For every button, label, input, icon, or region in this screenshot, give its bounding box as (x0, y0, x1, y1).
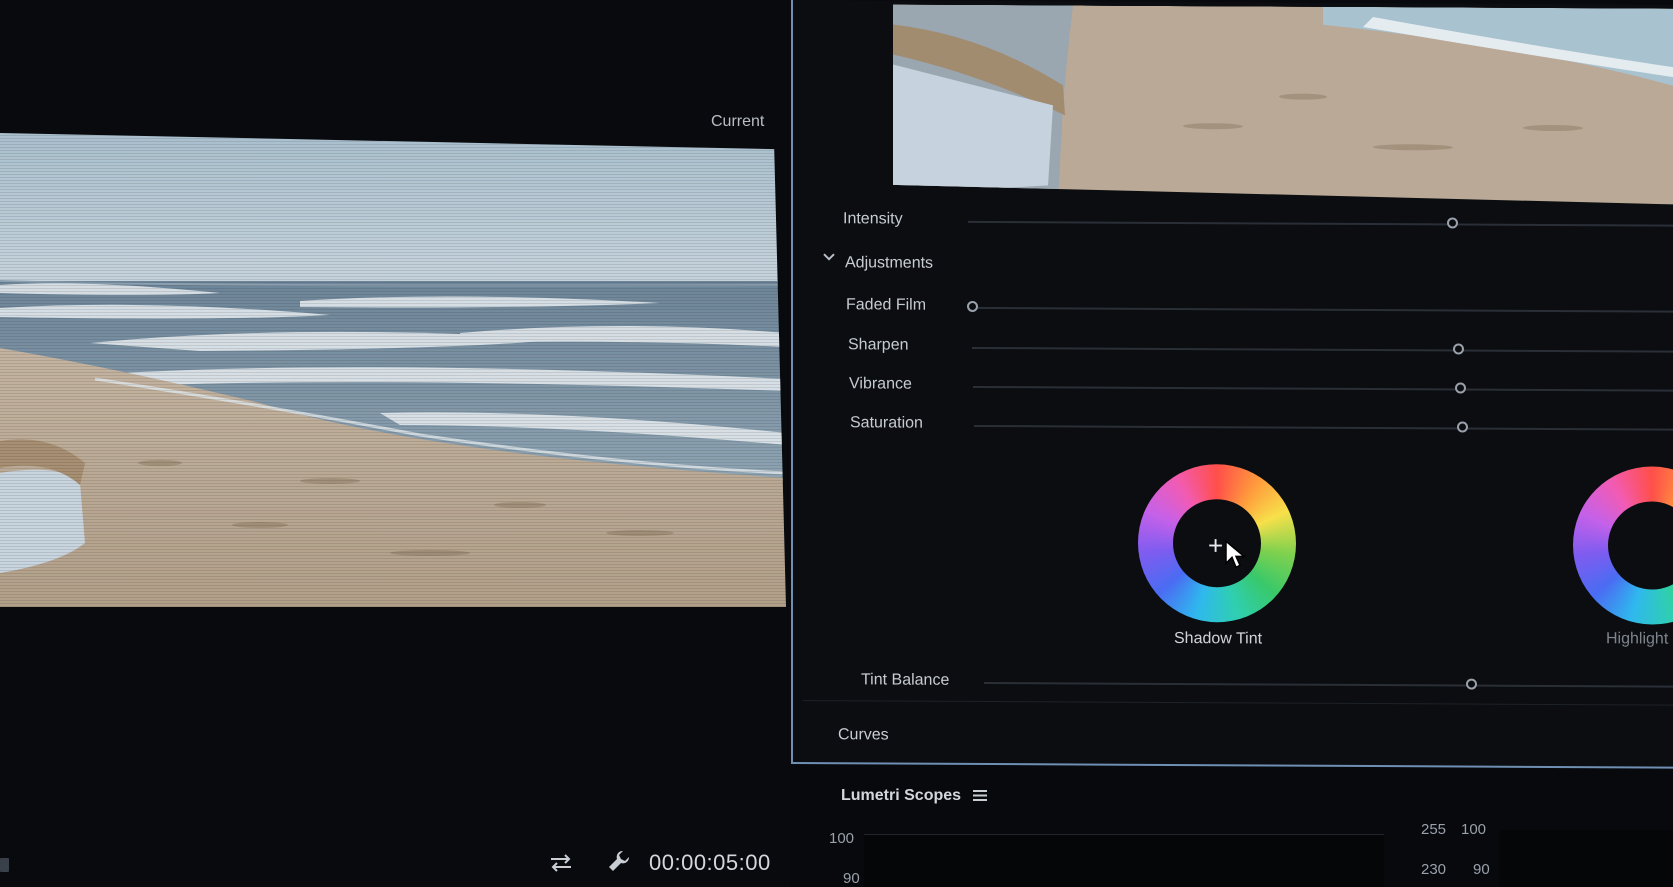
intensity-row: Intensity (843, 206, 1673, 240)
adjustments-section-header[interactable]: Adjustments (845, 254, 933, 272)
faded-film-label: Faded Film (846, 296, 927, 314)
scope-scale-pct-90: 90 (1473, 861, 1490, 878)
vibrance-label: Vibrance (849, 375, 912, 393)
scope-scale-left-100: 100 (829, 830, 855, 847)
highlight-tint-color-wheel[interactable] (1573, 466, 1673, 625)
scope-scale-8bit-230: 230 (1421, 861, 1447, 878)
tint-balance-slider-thumb[interactable] (1466, 678, 1477, 690)
transport-bar: 00:00:05:00 (0, 836, 790, 886)
hamburger-menu-icon[interactable] (973, 789, 987, 802)
saturation-label: Saturation (850, 414, 923, 432)
settings-button-edge[interactable] (0, 858, 9, 872)
sharpen-label: Sharpen (848, 336, 909, 354)
faded-film-row: Faded Film (846, 292, 1673, 326)
chevron-down-icon[interactable] (822, 250, 836, 264)
faded-film-slider-thumb[interactable] (967, 300, 978, 312)
vibrance-slider-track[interactable] (973, 385, 1673, 392)
intensity-slider-thumb[interactable] (1447, 217, 1458, 229)
scope-scale-pct-100: 100 (1461, 821, 1487, 838)
premiere-workspace: Current 00:00:05:00 Intensity Adjustment… (0, 0, 1673, 887)
lumetri-scopes-panel: Lumetri Scopes 100 90 255 100 230 90 (819, 770, 1673, 887)
waveform-scope (864, 834, 1384, 887)
playhead-timecode[interactable]: 00:00:05:00 (649, 850, 771, 876)
sharpen-slider-track[interactable] (972, 346, 1673, 353)
intensity-slider-track[interactable] (968, 220, 1673, 227)
lumetri-color-panel: Intensity Adjustments Faded Film Sharpen… (791, 0, 1673, 769)
lumetri-scopes-title[interactable]: Lumetri Scopes (841, 787, 961, 805)
parade-scope (1499, 830, 1673, 887)
saturation-slider-track[interactable] (974, 424, 1673, 431)
swap-icon[interactable] (548, 852, 574, 874)
sharpen-slider-thumb[interactable] (1453, 343, 1464, 355)
crosshair-icon[interactable]: + (1208, 530, 1223, 560)
mouse-cursor-icon (1225, 539, 1247, 569)
vibrance-slider-thumb[interactable] (1455, 382, 1466, 394)
shadow-tint-label: Shadow Tint (1174, 630, 1263, 648)
program-preview-image[interactable] (0, 133, 786, 607)
highlight-tint-label: Highlight (1606, 630, 1669, 648)
scope-scale-8bit-255: 255 (1421, 821, 1447, 838)
saturation-row: Saturation (850, 410, 1673, 444)
saturation-slider-thumb[interactable] (1457, 421, 1468, 433)
program-monitor: Current 00:00:05:00 (0, 0, 790, 887)
vibrance-row: Vibrance (849, 371, 1673, 405)
scope-scale-left-90: 90 (843, 870, 860, 887)
comparison-current-label: Current (711, 113, 765, 130)
tint-balance-row: Tint Balance (861, 667, 1673, 701)
curves-section-header[interactable]: Curves (838, 726, 889, 744)
tint-balance-slider-track[interactable] (984, 682, 1673, 688)
wrench-icon[interactable] (606, 848, 632, 874)
creative-look-preview[interactable] (893, 5, 1673, 205)
scope-gridline (864, 834, 1384, 835)
intensity-label: Intensity (843, 210, 903, 228)
faded-film-slider-track[interactable] (970, 306, 1673, 313)
tint-balance-label: Tint Balance (861, 671, 950, 689)
sharpen-row: Sharpen (848, 332, 1673, 366)
